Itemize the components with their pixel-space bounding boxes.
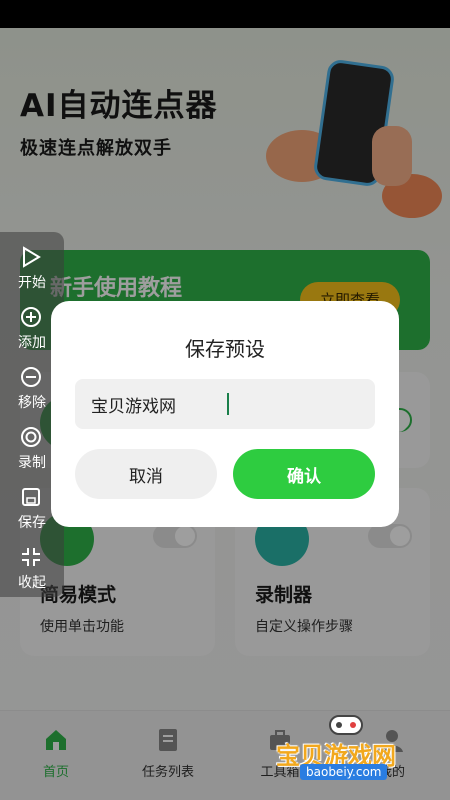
cancel-button[interactable]: 取消 [75, 449, 217, 499]
confirm-button[interactable]: 确认 [233, 449, 375, 499]
text-caret [227, 393, 229, 415]
plus-circle-icon [21, 307, 41, 327]
toolbar-label: 保存 [18, 515, 46, 531]
preset-name-input[interactable] [75, 379, 375, 429]
toolbar-label: 移除 [18, 395, 46, 411]
dialog-title: 保存预设 [185, 337, 265, 361]
minus-circle-icon [21, 367, 41, 387]
save-icon [22, 488, 40, 506]
toolbar-label: 开始 [18, 275, 46, 291]
toolbar-label: 添加 [18, 335, 46, 351]
toolbar-label: 录制 [18, 455, 46, 471]
watermark-url: baobeiy.com [300, 764, 388, 780]
collapse-icon [22, 548, 40, 566]
gamepad-icon [329, 715, 363, 735]
save-preset-dialog: 保存预设 取消 确认 [51, 301, 399, 527]
site-watermark: 宝贝游戏网 baobeiy.com [270, 708, 420, 788]
record-icon [21, 427, 41, 447]
toolbar-collapse[interactable]: 收起 [0, 538, 64, 598]
toolbar-start[interactable]: 开始 [0, 238, 64, 298]
play-icon [23, 246, 41, 268]
toolbar-label: 收起 [18, 575, 46, 591]
